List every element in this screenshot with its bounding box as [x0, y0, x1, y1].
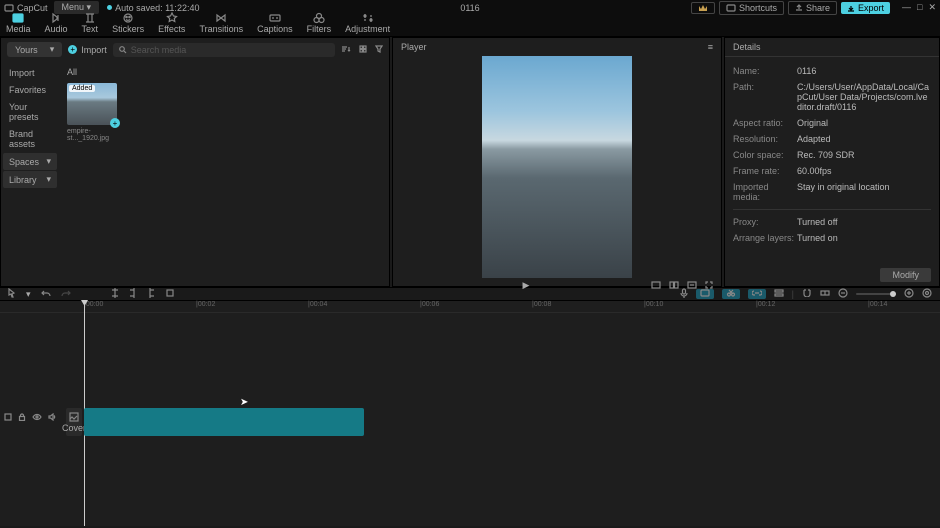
detail-row: Aspect ratio:Original [733, 115, 931, 131]
ruler-tick: |00:08 [532, 301, 551, 308]
redo-button[interactable] [61, 289, 71, 299]
video-preview[interactable] [482, 56, 632, 278]
thumbnail-filename: empire-st..._1920.jpg [67, 128, 117, 142]
import-button[interactable]: +Import [68, 45, 107, 55]
split-button[interactable] [111, 288, 119, 300]
tab-filters[interactable]: Filters [307, 13, 332, 36]
yours-dropdown[interactable]: Yours▾ [7, 42, 62, 57]
ruler-tick: |00:14 [868, 301, 887, 308]
grid-view-button[interactable] [359, 45, 367, 55]
auto-cut-button[interactable] [722, 289, 740, 299]
filter-button[interactable] [375, 45, 383, 55]
mic-button[interactable] [680, 288, 688, 300]
detail-row: Path:C:/Users/User/AppData/Local/CapCut/… [733, 79, 931, 115]
zoom-slider[interactable] [856, 293, 896, 295]
player-title: Player [401, 42, 427, 52]
tool-dropdown[interactable]: ▾ [26, 289, 31, 300]
added-badge: Added [69, 85, 95, 92]
tab-adjustment[interactable]: Adjustment [345, 13, 390, 36]
zoom-in-button[interactable] [904, 288, 914, 300]
shortcuts-button[interactable]: Shortcuts [719, 1, 784, 15]
sidebar-item-brand-assets[interactable]: Brand assets [3, 126, 57, 152]
project-title: 0116 [460, 3, 479, 13]
player-menu-icon[interactable]: ≡ [708, 42, 713, 52]
delete-right-button[interactable] [147, 288, 155, 300]
maximize-button[interactable]: □ [917, 2, 922, 13]
sync-dot-icon [107, 5, 112, 10]
sidebar-item-import[interactable]: Import [3, 65, 57, 81]
media-subtab-all[interactable]: All [67, 65, 381, 79]
vip-button[interactable] [691, 2, 715, 14]
tab-text[interactable]: Text [82, 13, 99, 36]
delete-button[interactable] [165, 289, 175, 299]
media-thumbnail[interactable]: Added + empire-st..._1920.jpg [67, 83, 117, 142]
snap-button[interactable] [802, 289, 812, 299]
track-lock-icon[interactable] [18, 413, 26, 423]
detail-row: Frame rate:60.00fps [733, 163, 931, 179]
preview-axis-button[interactable] [820, 289, 830, 299]
tab-captions[interactable]: Captions [257, 13, 293, 36]
ruler-tick: |00:10 [644, 301, 663, 308]
add-to-timeline-button[interactable]: + [110, 118, 120, 128]
ruler-tick: |00:00 [84, 301, 103, 308]
detail-row: Name:0116 [733, 63, 931, 79]
ruler-tick: |00:02 [196, 301, 215, 308]
detail-row: Arrange layers:Turned on [733, 230, 931, 246]
ratio-button[interactable] [651, 281, 661, 291]
detail-row: Color space:Rec. 709 SDR [733, 147, 931, 163]
detail-row: Resolution:Adapted [733, 131, 931, 147]
compare-button[interactable] [669, 281, 679, 291]
auto-caption-button[interactable] [696, 289, 714, 299]
delete-left-button[interactable] [129, 288, 137, 300]
tab-effects[interactable]: Effects [158, 13, 185, 36]
mouse-cursor: ➤ [240, 397, 248, 408]
track-collapse-icon[interactable] [4, 413, 12, 423]
ruler-tick: |00:06 [420, 301, 439, 308]
link-button[interactable] [748, 289, 766, 299]
sidebar-item-library[interactable]: Library▾ [3, 171, 57, 188]
close-button[interactable]: ✕ [928, 2, 936, 13]
ruler-tick: |00:04 [308, 301, 327, 308]
tab-audio[interactable]: Audio [45, 13, 68, 36]
track-mute-icon[interactable] [48, 413, 56, 423]
tab-stickers[interactable]: Stickers [112, 13, 144, 36]
select-tool[interactable] [8, 288, 16, 300]
details-title: Details [725, 38, 939, 57]
cover-button[interactable]: Cover [66, 408, 82, 436]
detail-row: Imported media:Stay in original location [733, 179, 931, 205]
zoom-out-button[interactable] [838, 288, 848, 300]
sidebar-item-spaces[interactable]: Spaces▾ [3, 153, 57, 170]
modify-button[interactable]: Modify [880, 268, 931, 282]
toggle-track-button[interactable] [774, 289, 784, 299]
tab-transitions[interactable]: Transitions [199, 13, 243, 36]
detail-row: Proxy:Turned off [733, 214, 931, 230]
export-button[interactable]: Export [841, 2, 890, 14]
app-logo: CapCut [4, 3, 48, 13]
timeline-clip[interactable] [84, 408, 364, 436]
play-button[interactable]: ▶ [401, 280, 651, 291]
share-button[interactable]: Share [788, 1, 837, 15]
sort-button[interactable] [341, 45, 351, 55]
search-input[interactable]: Search media [113, 43, 335, 57]
autosave-status: Auto saved: 11:22:40 [107, 3, 199, 13]
sidebar-item-favorites[interactable]: Favorites [3, 82, 57, 98]
minimize-button[interactable]: — [902, 2, 911, 13]
undo-button[interactable] [41, 289, 51, 299]
track-hide-icon[interactable] [32, 413, 42, 423]
tab-media[interactable]: Media [6, 13, 31, 36]
sidebar-item-your-presets[interactable]: Your presets [3, 99, 57, 125]
fit-timeline-button[interactable] [922, 288, 932, 300]
ruler-tick: |00:12 [756, 301, 775, 308]
